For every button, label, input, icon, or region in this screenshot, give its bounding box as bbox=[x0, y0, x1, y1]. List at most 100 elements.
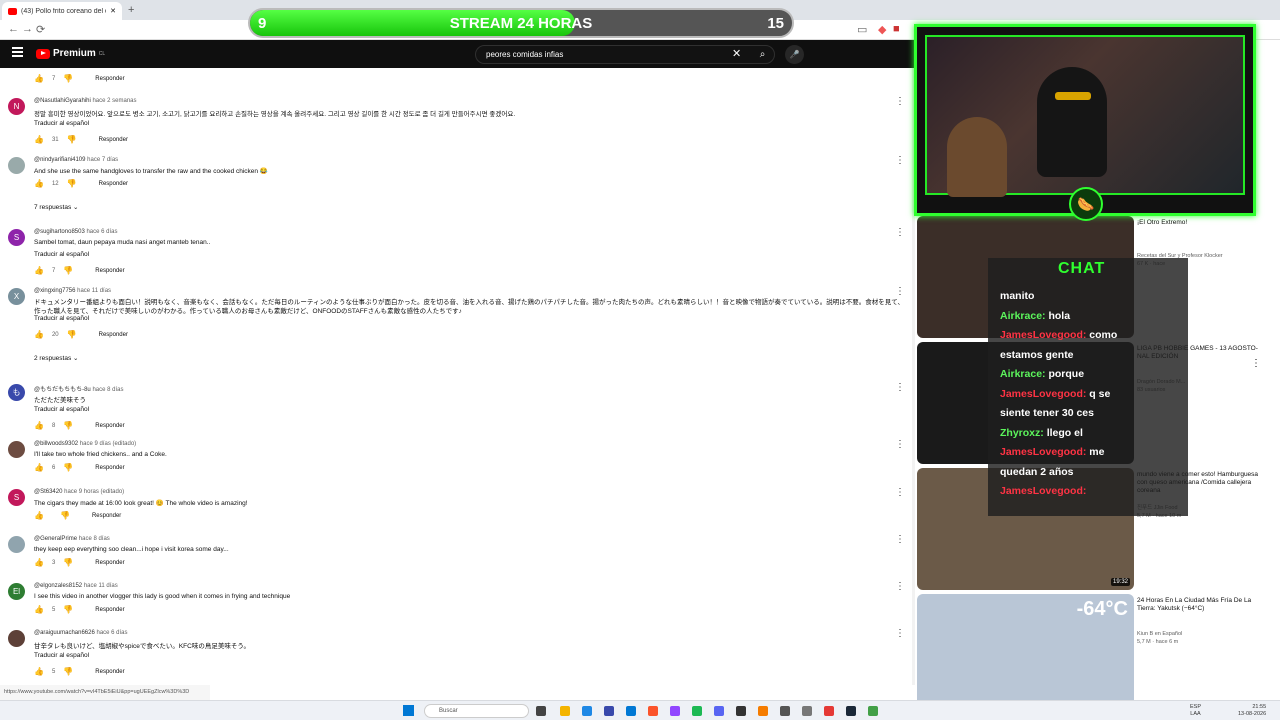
comment-time[interactable]: hace 11 días bbox=[84, 583, 118, 589]
reply-button[interactable]: Responder bbox=[92, 513, 121, 519]
like-icon[interactable]: 👍 bbox=[34, 558, 44, 567]
reply-button[interactable]: Responder bbox=[95, 669, 124, 675]
comment-author[interactable]: @GeneralPrime bbox=[34, 536, 77, 542]
comment-time[interactable]: hace 2 semanas bbox=[92, 98, 136, 104]
photos-icon[interactable] bbox=[626, 706, 636, 716]
more-options-icon[interactable]: ⋮ bbox=[895, 487, 905, 498]
browser-tab[interactable]: (43) Pollo frito coreano del que... ✕ bbox=[2, 2, 122, 20]
more-options-icon[interactable]: ⋮ bbox=[895, 227, 905, 238]
like-icon[interactable]: 👍 bbox=[34, 135, 44, 144]
like-icon[interactable]: 👍 bbox=[34, 330, 44, 339]
avatar[interactable] bbox=[8, 630, 25, 647]
like-icon[interactable]: 👍 bbox=[34, 511, 44, 520]
comment-author[interactable]: @NasutlahiGyarahihi bbox=[34, 98, 91, 104]
avatar[interactable] bbox=[8, 441, 25, 458]
comment-time[interactable]: hace 11 días bbox=[77, 288, 111, 294]
task-view-icon[interactable] bbox=[536, 706, 546, 716]
like-icon[interactable]: 👍 bbox=[34, 667, 44, 676]
avatar[interactable]: S bbox=[8, 489, 25, 506]
dislike-icon[interactable]: 👎 bbox=[63, 667, 73, 676]
reply-button[interactable]: Responder bbox=[95, 607, 124, 613]
edge-icon[interactable] bbox=[582, 706, 592, 716]
more-options-icon[interactable]: ⋮ bbox=[895, 286, 905, 297]
comment-time[interactable]: hace 8 días bbox=[92, 387, 123, 393]
dislike-icon[interactable]: 👎 bbox=[67, 179, 77, 188]
taskbar-clock[interactable]: 21:55 13-08-2026 bbox=[1238, 704, 1266, 718]
comment-author[interactable]: @もちだもちもち-8u bbox=[34, 387, 91, 393]
more-options-icon[interactable]: ⋮ bbox=[895, 439, 905, 450]
like-icon[interactable]: 👍 bbox=[34, 179, 44, 188]
youtube-logo[interactable]: Premium CL bbox=[36, 48, 105, 59]
like-icon[interactable]: 👍 bbox=[34, 266, 44, 275]
forward-icon[interactable]: → bbox=[22, 23, 33, 35]
back-icon[interactable]: ← bbox=[8, 23, 19, 35]
more-options-icon[interactable]: ⋮ bbox=[1251, 358, 1261, 369]
avatar[interactable]: N bbox=[8, 98, 25, 115]
reload-icon[interactable]: ⟳ bbox=[36, 23, 45, 36]
terminal-icon[interactable] bbox=[736, 706, 746, 716]
comment-time[interactable]: hace 8 días bbox=[79, 536, 110, 542]
obs-icon[interactable] bbox=[780, 706, 790, 716]
search-icon[interactable]: ⌕ bbox=[750, 45, 775, 64]
recommendation-title[interactable]: ¡El Otro Extremo! bbox=[1137, 219, 1262, 227]
comment-author[interactable]: @xingxing7756 bbox=[34, 288, 75, 294]
cast-icon[interactable]: ▭ bbox=[857, 23, 867, 36]
like-icon[interactable]: 👍 bbox=[34, 421, 44, 430]
recommendation-title[interactable]: 24 Horas En La Ciudad Más Fría De La Tie… bbox=[1137, 597, 1262, 613]
keyboard-language[interactable]: ESP LAA bbox=[1190, 704, 1201, 718]
more-options-icon[interactable]: ⋮ bbox=[895, 534, 905, 545]
menu-icon[interactable] bbox=[12, 47, 23, 57]
reply-button[interactable]: Responder bbox=[95, 76, 124, 82]
discord-icon[interactable] bbox=[714, 706, 724, 716]
app3-icon[interactable] bbox=[824, 706, 834, 716]
app4-icon[interactable] bbox=[868, 706, 878, 716]
reply-button[interactable]: Responder bbox=[95, 560, 124, 566]
like-icon[interactable]: 👍 bbox=[34, 463, 44, 472]
view-replies-button[interactable]: 7 respuestas ⌄ bbox=[34, 203, 78, 211]
dislike-icon[interactable]: 👎 bbox=[63, 421, 73, 430]
comment-author[interactable]: @St63420 bbox=[34, 489, 62, 495]
translate-link[interactable]: Traducir al español bbox=[34, 251, 89, 258]
like-icon[interactable]: 👍 bbox=[34, 605, 44, 614]
comment-author[interactable]: @nindyarifiani4109 bbox=[34, 157, 85, 163]
windows-start-icon[interactable] bbox=[403, 705, 414, 716]
avatar[interactable]: S bbox=[8, 229, 25, 246]
recommendation-channel[interactable]: Kiun B en Español 5,7 M · hace 6 m bbox=[1137, 630, 1182, 646]
translate-link[interactable]: Traducir al español bbox=[34, 120, 89, 127]
dislike-icon[interactable]: 👎 bbox=[63, 266, 73, 275]
comment-author[interactable]: @elgonzales8152 bbox=[34, 583, 82, 589]
dislike-icon[interactable]: 👎 bbox=[60, 511, 70, 520]
reply-button[interactable]: Responder bbox=[95, 268, 124, 274]
more-options-icon[interactable]: ⋮ bbox=[895, 382, 905, 393]
comment-time[interactable]: hace 9 horas (editado) bbox=[64, 489, 124, 495]
microphone-icon[interactable]: 🎤 bbox=[785, 45, 804, 64]
like-icon[interactable]: 👍 bbox=[34, 74, 44, 83]
translate-link[interactable]: Traducir al español bbox=[34, 652, 89, 659]
extension-icon[interactable]: ■ bbox=[893, 23, 900, 35]
avatar[interactable]: El bbox=[8, 583, 25, 600]
search-input[interactable]: peores comidas infias bbox=[475, 45, 775, 64]
reply-button[interactable]: Responder bbox=[95, 423, 124, 429]
avatar[interactable] bbox=[8, 157, 25, 174]
comment-author[interactable]: @billwoods9302 bbox=[34, 441, 78, 447]
app2-icon[interactable] bbox=[802, 706, 812, 716]
dislike-icon[interactable]: 👎 bbox=[67, 135, 77, 144]
more-options-icon[interactable]: ⋮ bbox=[895, 628, 905, 639]
dislike-icon[interactable]: 👎 bbox=[67, 330, 77, 339]
steam-icon[interactable] bbox=[846, 706, 856, 716]
dislike-icon[interactable]: 👎 bbox=[63, 605, 73, 614]
view-replies-button[interactable]: 2 respuestas ⌄ bbox=[34, 354, 78, 362]
brave-shield-icon[interactable]: ◆ bbox=[878, 23, 886, 36]
avatar[interactable] bbox=[8, 536, 25, 553]
app-icon[interactable] bbox=[758, 706, 768, 716]
avatar[interactable]: も bbox=[8, 384, 25, 401]
dislike-icon[interactable]: 👎 bbox=[63, 463, 73, 472]
reply-button[interactable]: Responder bbox=[99, 137, 128, 143]
more-options-icon[interactable]: ⋮ bbox=[895, 581, 905, 592]
reply-button[interactable]: Responder bbox=[99, 181, 128, 187]
comment-time[interactable]: hace 7 días bbox=[87, 157, 118, 163]
store-icon[interactable] bbox=[604, 706, 614, 716]
comment-time[interactable]: hace 6 días bbox=[96, 630, 127, 636]
taskbar-search-input[interactable]: Buscar bbox=[424, 704, 529, 718]
reply-button[interactable]: Responder bbox=[95, 465, 124, 471]
